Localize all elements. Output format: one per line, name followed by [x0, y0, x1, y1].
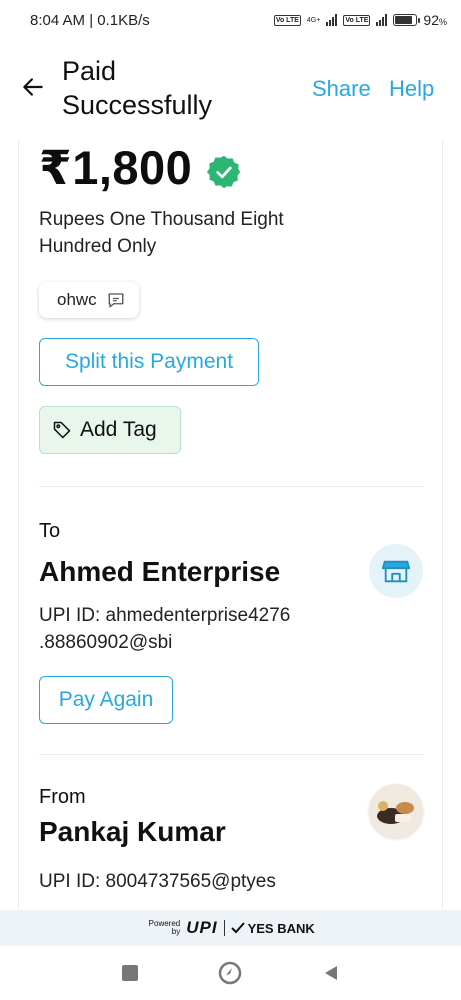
divider: [223, 920, 225, 936]
recipient-name: Ahmed Enterprise: [39, 556, 281, 587]
back-nav-button[interactable]: [319, 961, 343, 985]
arrow-left-icon[interactable]: [20, 74, 46, 100]
add-tag-label: Add Tag: [80, 418, 157, 441]
to-label: To: [39, 520, 61, 542]
note-text: ohwc: [57, 290, 97, 309]
triangle-back-icon: [324, 966, 337, 980]
battery-percent: 92%: [423, 12, 447, 28]
profile-photo: [369, 784, 423, 838]
sender-name: Pankaj Kumar: [39, 816, 226, 847]
page-title: Paid Successfully: [62, 56, 213, 120]
status-bar: 8:04 AM | 0.1KB/s Vo LTE 4G+ Vo LTE 92%: [0, 0, 461, 40]
status-icons: Vo LTE 4G+ Vo LTE 92%: [273, 12, 447, 28]
square-icon: [122, 965, 139, 981]
home-button[interactable]: [218, 961, 242, 985]
divider: [39, 754, 424, 755]
payment-note: ohwc: [39, 282, 139, 318]
network-type: 4G+: [306, 16, 321, 24]
home-circle-icon: [219, 961, 242, 985]
check-icon: [230, 922, 245, 934]
amount-in-words: Rupees One Thousand Eight Hundred Only: [39, 209, 284, 257]
tag-icon: [53, 421, 71, 439]
status-time-speed: 8:04 AM | 0.1KB/s: [30, 11, 150, 29]
divider: [39, 486, 424, 487]
powered-by-footer: Powered by UPI YES BANK: [0, 910, 461, 946]
add-tag-button[interactable]: Add Tag: [39, 406, 181, 454]
powered-by-label: Powered by: [148, 919, 181, 936]
volte-icon: Vo LTE: [343, 14, 371, 26]
payment-amount: ₹1,800: [39, 141, 193, 194]
pay-again-button[interactable]: Pay Again: [39, 676, 173, 724]
verified-check-icon: [207, 155, 241, 189]
signal-icon: [376, 14, 388, 26]
battery-icon: [393, 14, 421, 26]
amount-row: ₹1,800: [39, 140, 242, 196]
from-label: From: [39, 786, 86, 808]
store-icon: [381, 560, 411, 583]
app-header: Paid Successfully Share Help: [0, 40, 461, 140]
recipient-upi-id: UPI ID: ahmedenterprise4276 .88860902@sb…: [39, 605, 291, 653]
battery-fill: [395, 16, 413, 24]
share-button[interactable]: Share: [312, 76, 371, 102]
help-button[interactable]: Help: [389, 76, 434, 102]
system-nav-bar: [0, 946, 461, 1000]
signal-icon: [326, 14, 338, 26]
recents-button[interactable]: [118, 961, 142, 985]
payment-details-card: ₹1,800 Rupees One Thousand Eight Hundred…: [18, 140, 443, 910]
split-payment-button[interactable]: Split this Payment: [39, 338, 259, 386]
volte-icon: Vo LTE: [273, 14, 301, 26]
message-icon: [108, 293, 124, 308]
sender-upi-id: UPI ID: 8004737565@ptyes: [39, 871, 276, 892]
bank-name: YES BANK: [230, 921, 315, 936]
recipient-avatar: [369, 544, 423, 598]
sender-avatar: [369, 784, 423, 838]
upi-logo: UPI: [186, 918, 218, 937]
